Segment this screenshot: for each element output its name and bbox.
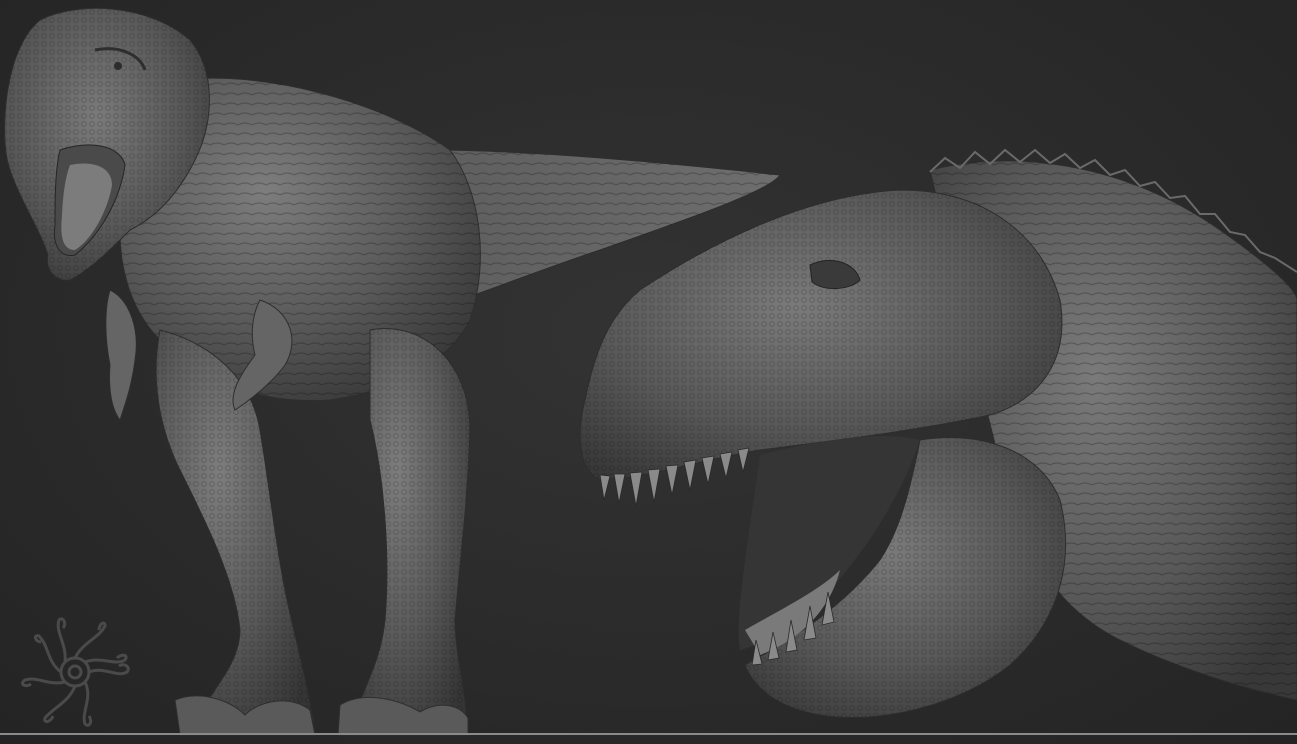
spiral-sun-logo	[21, 617, 130, 727]
trex-arm-left	[105, 289, 137, 422]
t-rex-head-closeup	[579, 148, 1297, 718]
viewport-canvas	[0, 0, 1297, 744]
bottom-divider	[0, 733, 1297, 735]
